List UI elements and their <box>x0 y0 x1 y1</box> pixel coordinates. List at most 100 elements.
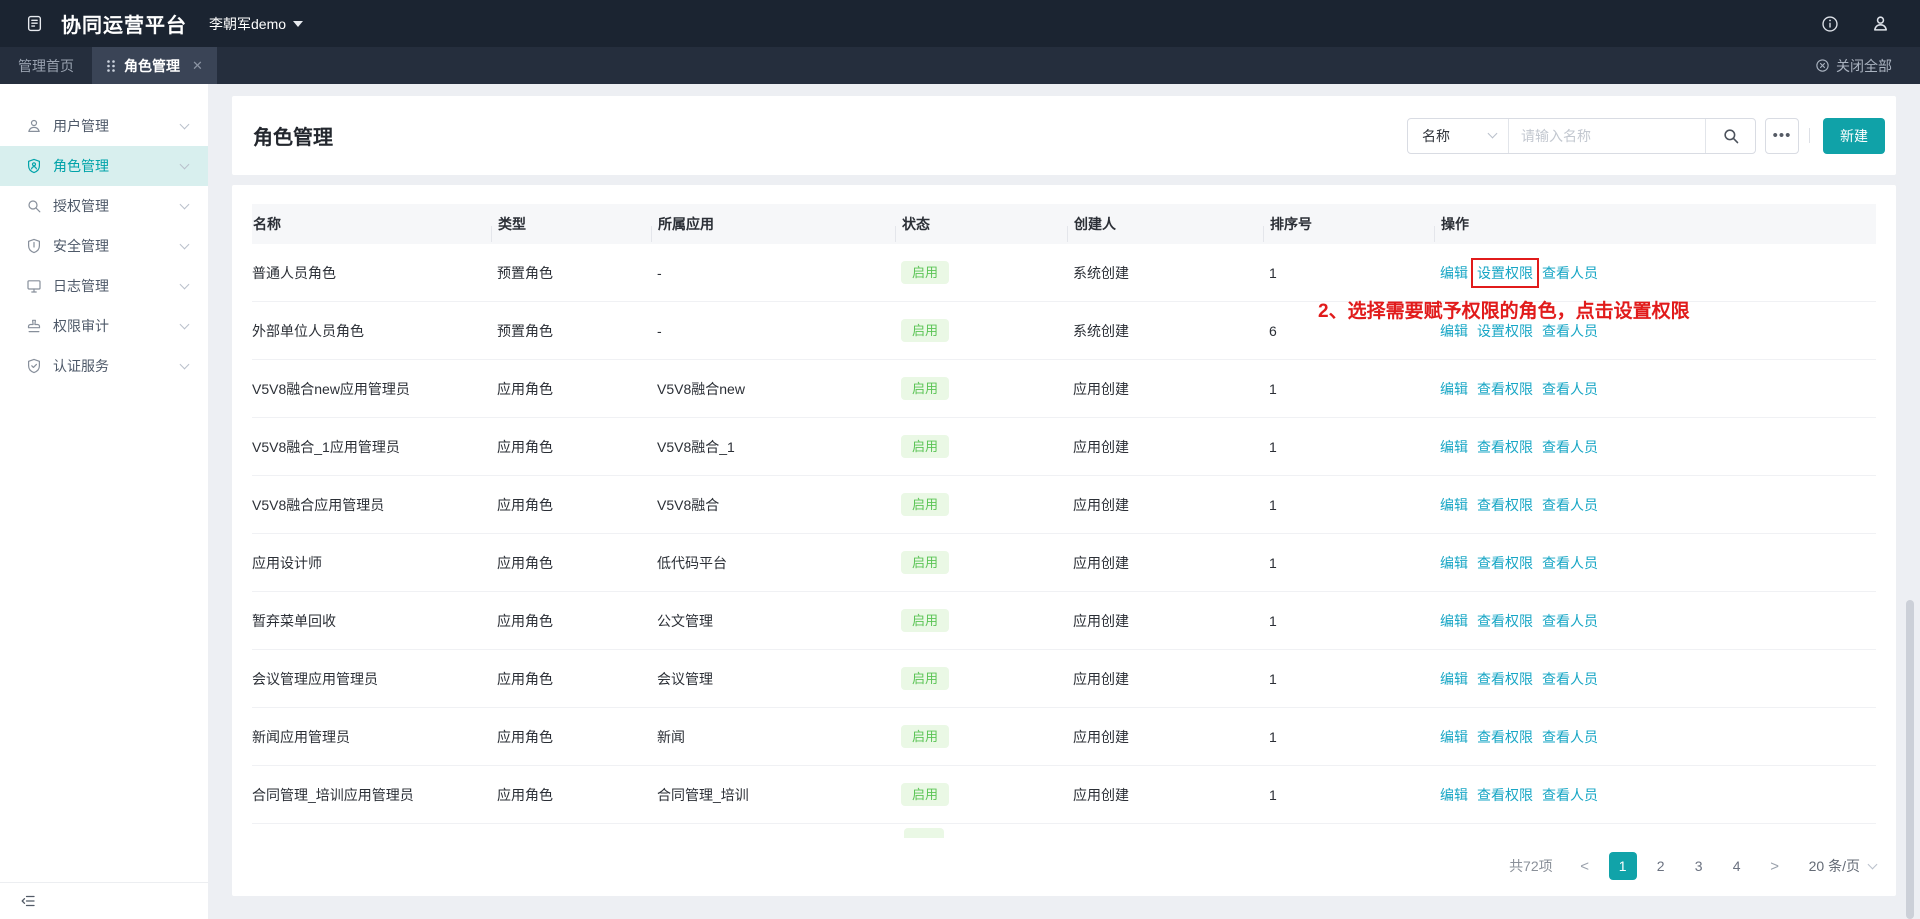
action-link[interactable]: 设置权限 <box>1477 321 1533 341</box>
cell-order: 1 <box>1269 265 1440 281</box>
chevron-down-icon <box>180 159 190 169</box>
prev-page-button[interactable]: < <box>1571 852 1599 880</box>
cell-status: 启用 <box>901 319 1073 343</box>
cell-name: 普通人员角色 <box>252 263 497 283</box>
collapse-menu-icon[interactable] <box>20 893 36 909</box>
table-header-row: 名称类型所属应用状态创建人排序号操作 <box>252 204 1876 244</box>
table-row: 会议管理应用管理员应用角色会议管理启用应用创建1编辑查看权限查看人员 <box>252 650 1876 708</box>
info-icon[interactable] <box>1821 15 1839 33</box>
next-page-button[interactable]: > <box>1761 852 1789 880</box>
action-link[interactable]: 查看人员 <box>1542 437 1598 457</box>
action-link[interactable]: 查看人员 <box>1542 263 1598 283</box>
action-link[interactable]: 查看人员 <box>1542 785 1598 805</box>
action-link[interactable]: 查看权限 <box>1477 495 1533 515</box>
page-button-4[interactable]: 4 <box>1723 852 1751 880</box>
cell-status: 启用 <box>901 667 1073 691</box>
cell-actions: 编辑查看权限查看人员 <box>1440 611 1876 631</box>
page-button-3[interactable]: 3 <box>1685 852 1713 880</box>
action-link[interactable]: 编辑 <box>1440 495 1468 515</box>
sidebar-footer <box>0 882 208 919</box>
action-link[interactable]: 查看权限 <box>1477 379 1533 399</box>
action-link[interactable]: 编辑 <box>1440 321 1468 341</box>
cell-app: V5V8融合new <box>657 379 901 399</box>
chevron-down-icon <box>180 119 190 129</box>
action-link[interactable]: 编辑 <box>1440 263 1468 283</box>
cell-order: 6 <box>1269 323 1440 339</box>
action-link[interactable]: 编辑 <box>1440 437 1468 457</box>
cell-actions: 编辑查看权限查看人员 <box>1440 495 1876 515</box>
sidebar-item-5[interactable]: 权限审计 <box>0 306 208 346</box>
tab-role-management[interactable]: 角色管理 ✕ <box>92 47 217 84</box>
app-title: 协同运营平台 <box>61 9 187 38</box>
create-button[interactable]: 新建 <box>1823 118 1885 154</box>
profile-icon[interactable] <box>1871 14 1890 33</box>
table-row: 新闻应用管理员应用角色新闻启用应用创建1编辑查看权限查看人员 <box>252 708 1876 766</box>
filter-field-select[interactable]: 名称 <box>1408 119 1508 153</box>
action-link[interactable]: 编辑 <box>1440 785 1468 805</box>
status-badge: 启用 <box>901 377 949 401</box>
action-link[interactable]: 查看权限 <box>1477 669 1533 689</box>
action-link[interactable]: 查看人员 <box>1542 727 1598 747</box>
sidebar-item-6[interactable]: 认证服务 <box>0 346 208 386</box>
table-row: 合同管理_培训应用管理员应用角色合同管理_培训启用应用创建1编辑查看权限查看人员 <box>252 766 1876 824</box>
action-link[interactable]: 查看人员 <box>1542 669 1598 689</box>
sidebar-item-1[interactable]: 角色管理 <box>0 146 208 186</box>
sidebar-item-label: 安全管理 <box>53 236 181 256</box>
chevron-down-icon <box>180 319 190 329</box>
cell-app: 新闻 <box>657 727 901 747</box>
page-size-select[interactable]: 20 条/页 <box>1809 856 1876 876</box>
action-link[interactable]: 查看人员 <box>1542 379 1598 399</box>
action-link[interactable]: 查看权限 <box>1477 785 1533 805</box>
chevron-down-icon <box>180 359 190 369</box>
partial-next-row <box>252 824 1876 838</box>
vertical-scrollbar[interactable] <box>1906 600 1914 919</box>
cell-name: V5V8融合new应用管理员 <box>252 379 497 399</box>
action-link[interactable]: 查看人员 <box>1542 495 1598 515</box>
cell-actions: 编辑查看权限查看人员 <box>1440 727 1876 747</box>
tab-close-icon[interactable]: ✕ <box>192 58 203 74</box>
user-menu[interactable]: 李朝军demo <box>209 14 303 34</box>
search-button[interactable] <box>1705 119 1755 153</box>
action-link[interactable]: 编辑 <box>1440 727 1468 747</box>
sidebar-item-3[interactable]: 安全管理 <box>0 226 208 266</box>
tab-home-label: 管理首页 <box>18 56 74 76</box>
more-actions-button[interactable]: ••• <box>1765 118 1799 154</box>
cell-app: - <box>657 323 901 339</box>
page-button-1[interactable]: 1 <box>1609 852 1637 880</box>
action-link[interactable]: 查看权限 <box>1477 553 1533 573</box>
sidebar-item-label: 授权管理 <box>53 196 181 216</box>
action-link[interactable]: 编辑 <box>1440 669 1468 689</box>
tab-home[interactable]: 管理首页 <box>0 47 92 84</box>
table-row: 普通人员角色预置角色-启用系统创建1编辑设置权限查看人员 <box>252 244 1876 302</box>
page-numbers: 1234 <box>1609 852 1751 880</box>
cell-status: 启用 <box>901 261 1073 285</box>
action-link[interactable]: 编辑 <box>1440 611 1468 631</box>
cell-type: 应用角色 <box>497 379 657 399</box>
role-table-card: 名称类型所属应用状态创建人排序号操作 普通人员角色预置角色-启用系统创建1编辑设… <box>232 185 1896 896</box>
chevron-down-icon <box>180 279 190 289</box>
action-link[interactable]: 编辑 <box>1440 553 1468 573</box>
sidebar-item-0[interactable]: 用户管理 <box>0 106 208 146</box>
action-link[interactable]: 查看人员 <box>1542 553 1598 573</box>
cell-status: 启用 <box>901 551 1073 575</box>
cell-name: 合同管理_培训应用管理员 <box>252 785 497 805</box>
action-link[interactable]: 设置权限 <box>1477 263 1533 283</box>
cell-name: V5V8融合应用管理员 <box>252 495 497 515</box>
sidebar-item-4[interactable]: 日志管理 <box>0 266 208 306</box>
close-all-button[interactable]: 关闭全部 <box>1815 47 1920 84</box>
cell-name: V5V8融合_1应用管理员 <box>252 437 497 457</box>
action-link[interactable]: 查看权限 <box>1477 727 1533 747</box>
search-input[interactable] <box>1508 119 1705 153</box>
app-header: 协同运营平台 李朝军demo <box>0 0 1920 47</box>
header-actions <box>1821 14 1890 33</box>
page-button-2[interactable]: 2 <box>1647 852 1675 880</box>
action-link[interactable]: 查看权限 <box>1477 611 1533 631</box>
table-row: 应用设计师应用角色低代码平台启用应用创建1编辑查看权限查看人员 <box>252 534 1876 592</box>
action-link[interactable]: 查看人员 <box>1542 611 1598 631</box>
pagination: 共72项 < 1234 > 20 条/页 <box>1509 848 1876 884</box>
action-link[interactable]: 编辑 <box>1440 379 1468 399</box>
sidebar-item-2[interactable]: 授权管理 <box>0 186 208 226</box>
user-icon <box>26 118 42 134</box>
action-link[interactable]: 查看人员 <box>1542 321 1598 341</box>
action-link[interactable]: 查看权限 <box>1477 437 1533 457</box>
